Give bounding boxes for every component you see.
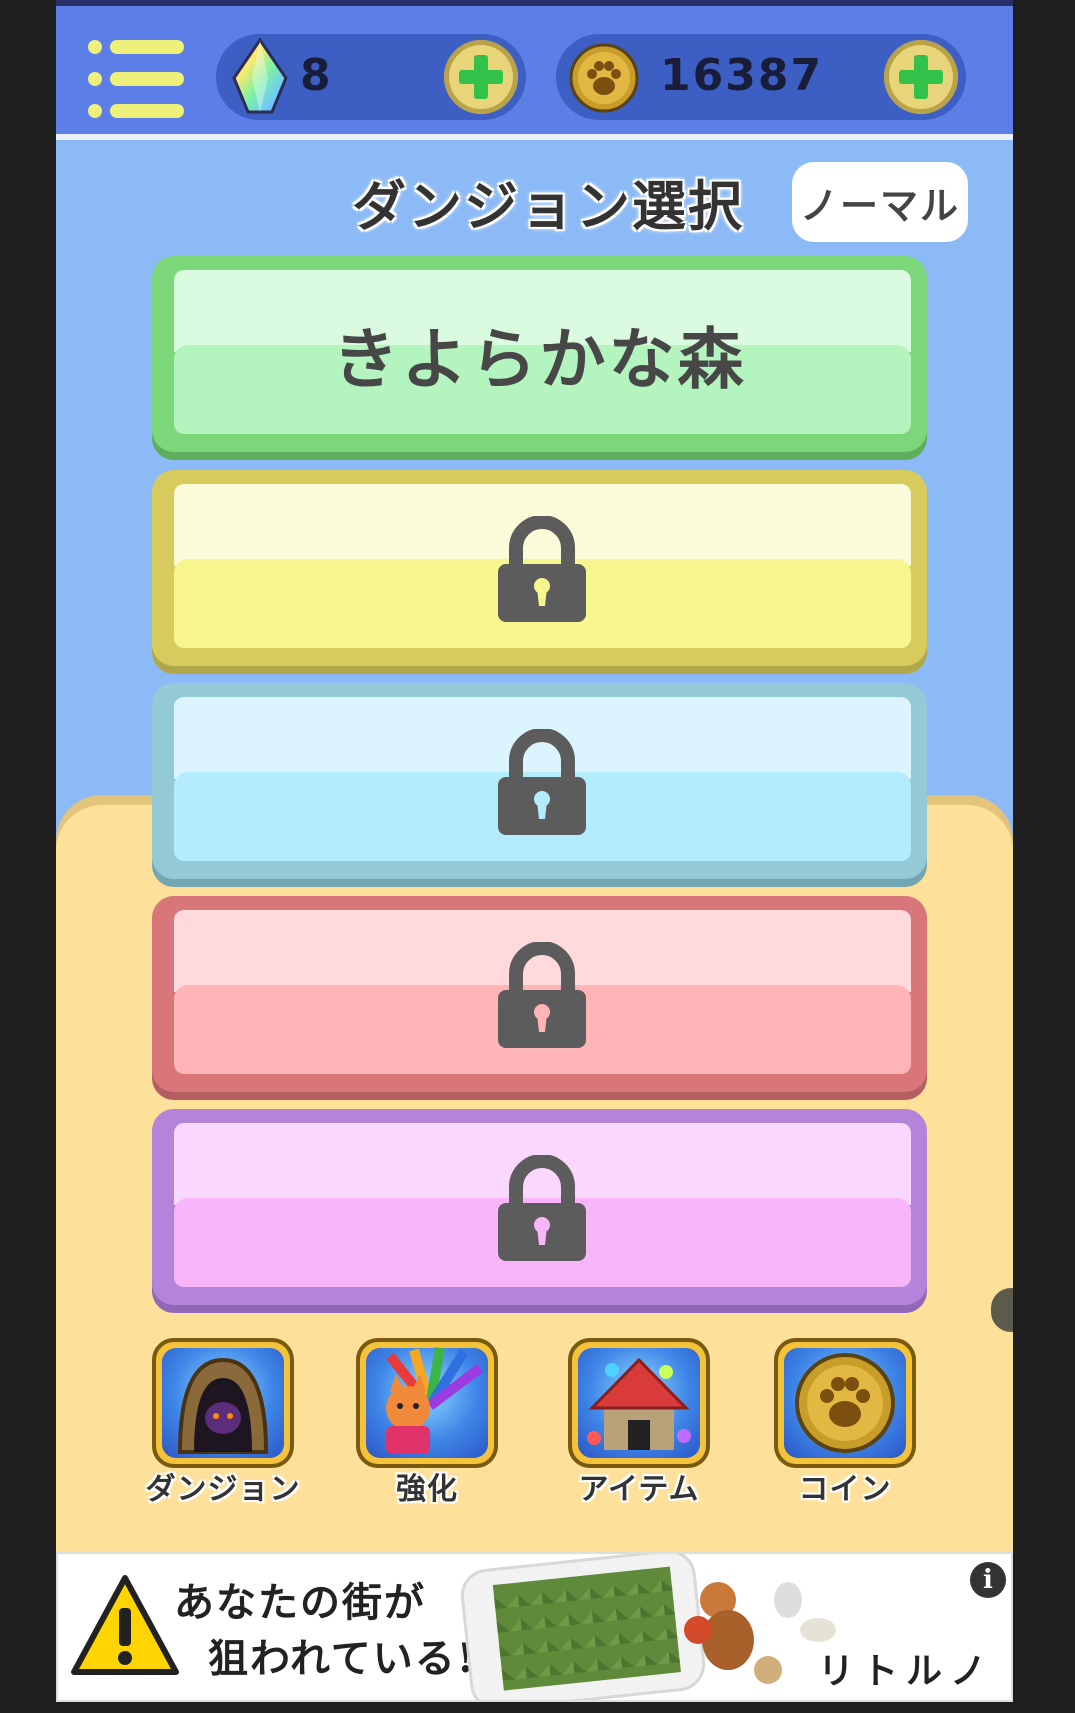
page-title: ダンジョン選択 [352, 175, 744, 238]
add-gems-button[interactable] [444, 40, 518, 114]
dungeon-name: きよらかな森 [332, 321, 747, 398]
ad-headline-2: 狙われている! [208, 1635, 477, 1682]
dungeon-button-5-locked[interactable] [152, 1109, 927, 1305]
nav-label: コイン [798, 1472, 892, 1507]
paw-coin-icon [569, 43, 639, 113]
lock-icon [498, 1155, 586, 1261]
nav-label: ダンジョン [145, 1472, 301, 1507]
add-coins-button[interactable] [884, 40, 958, 114]
ad-brand-logo: リトルノア [818, 1651, 995, 1692]
gem-counter: 8 [216, 34, 526, 120]
house-item-icon [587, 1357, 691, 1450]
paw-coin-icon [795, 1353, 895, 1453]
rainbow-crystal-icon [232, 38, 288, 114]
dungeon-cave-icon [177, 1357, 269, 1454]
dungeon-button-2-locked[interactable] [152, 470, 927, 666]
coin-count: 16387 [660, 50, 824, 101]
lock-icon [498, 729, 586, 835]
nav-dungeon-button[interactable]: ダンジョン [146, 1338, 300, 1507]
app-screen: 8 16387 ダンジョン選択 ノーマル きよらかな森 ダンジョン 強化 アイテ… [56, 0, 1013, 1713]
dungeon-select-area: ダンジョン選択 ノーマル きよらかな森 ダンジョン 強化 アイテム コイン [56, 140, 1013, 1565]
gem-count: 8 [300, 50, 333, 101]
menu-button[interactable] [88, 40, 184, 118]
ad-headline-1: あなたの街が [174, 1579, 426, 1626]
ad-banner[interactable]: あなたの街が 狙われている! リトルノア i [56, 1552, 1013, 1702]
fox-power-up-icon [386, 1347, 484, 1454]
dungeon-button-1[interactable]: きよらかな森 [152, 256, 927, 452]
nav-item-button[interactable]: アイテム [564, 1338, 714, 1507]
coin-counter: 16387 [556, 34, 966, 120]
difficulty-mode-button[interactable]: ノーマル [792, 162, 968, 242]
dungeon-button-4-locked[interactable] [152, 896, 927, 1092]
warning-icon [71, 1575, 179, 1675]
nav-coin-button[interactable]: コイン [770, 1338, 920, 1507]
ad-info-icon[interactable]: i [970, 1562, 1006, 1598]
lock-icon [498, 942, 586, 1048]
top-header: 8 16387 [56, 0, 1013, 140]
dungeon-button-3-locked[interactable] [152, 683, 927, 879]
nav-upgrade-button[interactable]: 強化 [352, 1338, 502, 1507]
lock-icon [498, 516, 586, 622]
nav-label: アイテム [578, 1472, 700, 1507]
nav-label: 強化 [396, 1472, 458, 1507]
